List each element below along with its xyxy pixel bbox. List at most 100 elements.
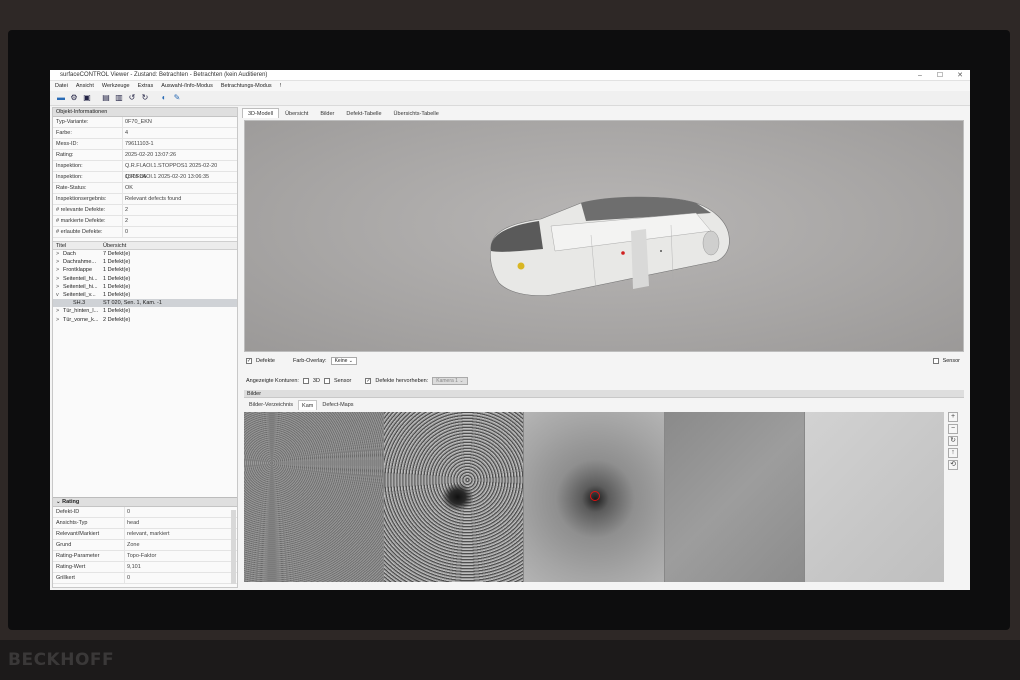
objekt-info-row[interactable]: Inspektion: Q.R.Fl.AOI.1.STOPPOS1 2025-02… <box>53 161 237 180</box>
rating-row[interactable]: Ansichts-Typ head <box>53 518 237 529</box>
tool-icon[interactable]: ✎ <box>172 93 182 103</box>
objekt-info-row[interactable]: # markierte Defekte: 2 <box>53 216 237 227</box>
menu-help[interactable]: ! <box>280 83 282 89</box>
tree-item[interactable]: > Tür_hinten_l... 1 Defekt(e) <box>53 307 237 315</box>
objekt-info-row-key: Farbe: <box>53 128 123 138</box>
tab-bilder[interactable]: Bilder <box>314 108 340 118</box>
menu-datei[interactable]: Datei <box>55 83 68 89</box>
objekt-info-row[interactable]: Typ-Variante: 0F70_EKN <box>53 117 237 128</box>
menu-werkzeuge[interactable]: Werkzeuge <box>102 83 130 89</box>
menu-auswahl-info-modus[interactable]: Auswahl-/Info-Modus <box>161 83 213 89</box>
bilder-heading: Bilder <box>244 390 964 398</box>
tab-defekt-tabelle[interactable]: Defekt-Tabelle <box>340 108 387 118</box>
move-up-icon[interactable]: ↑ <box>948 448 958 458</box>
viewport-options: ✓ Defekte Farb-Overlay: Keine ⌄ Sensor <box>244 355 964 367</box>
settings-icon[interactable]: ⚙ <box>69 93 79 103</box>
defekte-checkbox[interactable]: ✓ <box>246 358 252 364</box>
hervorheben-label: Defekte hervorheben: <box>375 378 429 384</box>
close-button[interactable]: ✕ <box>950 71 970 79</box>
3d-checkbox[interactable] <box>302 378 309 384</box>
sensor-kontur-checkbox[interactable] <box>323 378 330 384</box>
zoom-in-icon[interactable]: + <box>948 412 958 422</box>
maximize-button[interactable]: ☐ <box>930 71 950 79</box>
left-panel: Objekt-Informationen Typ-Variante: 0F70_E… <box>52 107 238 588</box>
chevron-down-icon[interactable]: v <box>56 291 63 299</box>
tab-kamera[interactable]: Kam <box>298 400 318 410</box>
print-icon[interactable]: ▤ <box>101 93 111 103</box>
rating-table: Defekt-ID 0 Ansichts-Typ head Relevant/Marki… <box>53 507 237 584</box>
camera-image-defect[interactable] <box>384 412 524 582</box>
chevron-right-icon[interactable]: > <box>56 316 63 324</box>
tree-item[interactable]: > Frontklappe 1 Defekt(e) <box>53 266 237 274</box>
objekt-info-row[interactable]: Rating: 2025-02-20 13:07:26 <box>53 150 237 161</box>
menu-extras[interactable]: Extras <box>138 83 154 89</box>
minimize-button[interactable]: – <box>910 72 930 79</box>
objekt-info-row[interactable]: Mess-ID: 79611103-1 <box>53 139 237 150</box>
objekt-info-row[interactable]: Rate-Status: OK <box>53 183 237 194</box>
tree-col-title[interactable]: Titel <box>53 242 103 249</box>
rating-row[interactable]: Grillkert 0 <box>53 573 237 584</box>
hervorheben-checkbox[interactable]: ✓ <box>365 378 372 384</box>
redo-icon[interactable]: ↻ <box>140 93 150 103</box>
chevron-right-icon[interactable]: > <box>56 258 63 266</box>
title-bar: surfaceCONTROL Viewer - Zustand: Betrach… <box>50 70 970 81</box>
farb-overlay-select[interactable]: Keine ⌄ <box>330 357 357 365</box>
chevron-right-icon[interactable]: > <box>56 307 63 315</box>
tree-item[interactable]: SH.3 ST 020, Sen. 1, Kam. -1 <box>53 299 237 308</box>
tree-item[interactable]: > Dach 7 Defekt(e) <box>53 250 237 258</box>
tree-item[interactable]: > Dachrahme... 1 Defekt(e) <box>53 258 237 266</box>
tree-item[interactable]: > Tür_vorne_k... 2 Defekt(e) <box>53 316 237 324</box>
chevron-right-icon[interactable]: > <box>56 283 63 291</box>
objekt-info-row[interactable]: # relevante Defekte: 2 <box>53 205 237 216</box>
open-folder-icon[interactable]: ▬ <box>56 93 66 103</box>
tab-defect-maps[interactable]: Defect-Maps <box>319 400 356 410</box>
reset-icon[interactable]: ⟲ <box>948 460 958 470</box>
car-body-3d-model[interactable] <box>481 191 731 301</box>
tree-item-label: Tür_hinten_l... <box>63 308 99 315</box>
rating-row[interactable]: Defekt-ID 0 <box>53 507 237 518</box>
camera-image-texture[interactable] <box>244 412 384 582</box>
rating-scrollbar[interactable] <box>231 510 236 584</box>
tab-3d-modell[interactable]: 3D-Modell <box>242 108 280 118</box>
defect-map-image[interactable] <box>524 412 664 582</box>
rating-row[interactable]: Rating-Parameter Topo-Faktor <box>53 551 237 562</box>
3d-viewport[interactable] <box>244 120 964 352</box>
brand-logo: BECKHOFF <box>8 650 115 670</box>
chevron-right-icon[interactable]: > <box>56 250 63 258</box>
save-icon[interactable]: ▣ <box>82 93 92 103</box>
rating-row-value: Topo-Faktor <box>127 553 157 559</box>
objekt-info-row-key: Inspektionsergebnis: <box>53 194 123 204</box>
tab-uebersicht[interactable]: Übersicht <box>279 108 314 118</box>
rotate-icon[interactable]: ↻ <box>948 436 958 446</box>
rating-row[interactable]: Rating-Wert 9,101 <box>53 562 237 573</box>
objekt-info-row[interactable]: Farbe: 4 <box>53 128 237 139</box>
chevron-right-icon[interactable]: > <box>56 266 63 274</box>
application-window: surfaceCONTROL Viewer - Zustand: Betrach… <box>50 70 970 590</box>
export-icon[interactable]: ▥ <box>114 93 124 103</box>
objekt-info-row[interactable]: Inspektionsergebnis: Relevant defects fou… <box>53 194 237 205</box>
sensor-checkbox[interactable] <box>932 358 939 364</box>
undo-icon[interactable]: ↺ <box>127 93 137 103</box>
rating-row-key: Relevant/Markiert <box>53 529 125 539</box>
camera-image-light[interactable] <box>804 412 945 582</box>
menu-ansicht[interactable]: Ansicht <box>76 83 94 89</box>
rating-row[interactable]: Relevant/Markiert relevant, markiert <box>53 529 237 540</box>
tab-bilder-verzeichnis[interactable]: Bilder-Verzeichnis <box>246 400 296 410</box>
view-icon[interactable]: ◐ <box>159 93 169 103</box>
rating-row[interactable]: Grund Zone <box>53 540 237 551</box>
camera-image-gray[interactable] <box>664 412 804 582</box>
objekt-info-row[interactable]: # erlaubte Defekte: 0 <box>53 227 237 238</box>
objekt-info-row[interactable]: Inspektion: Q.R.Fl.AOI.1 2025-02-20 13:06… <box>53 172 237 183</box>
tree-col-overview[interactable]: Übersicht <box>103 242 126 249</box>
chevron-right-icon[interactable]: > <box>56 275 63 283</box>
tree-item-overview: ST 020, Sen. 1, Kam. -1 <box>103 300 162 307</box>
tree-item[interactable]: > Seitenteil_hi... 1 Defekt(e) <box>53 283 237 291</box>
tree-item[interactable]: v Seitenteil_v... 1 Defekt(e) <box>53 291 237 299</box>
objekt-info-row-value: 0 <box>125 229 129 235</box>
menu-betrachtungs-modus[interactable]: Betrachtungs-Modus <box>221 83 272 89</box>
tree-item[interactable]: > Seitenteil_hi... 1 Defekt(e) <box>53 275 237 283</box>
kamera-select[interactable]: Kamera 1 ⌄ <box>432 377 468 385</box>
zoom-out-icon[interactable]: − <box>948 424 958 434</box>
tree-item-label: Seitenteil_hi... <box>63 275 98 282</box>
tab-uebersichts-tabelle[interactable]: Übersichts-Tabelle <box>388 108 445 118</box>
